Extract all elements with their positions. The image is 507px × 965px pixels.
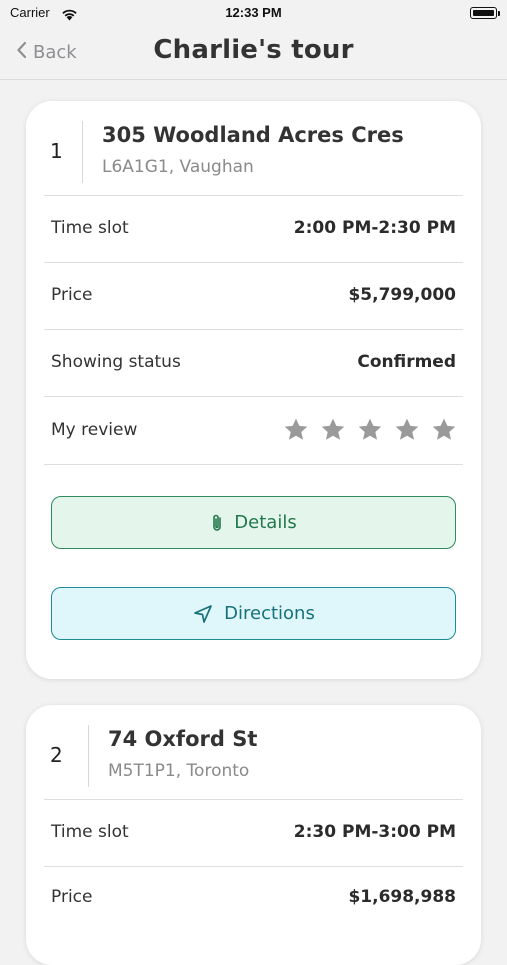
price-label: Price — [51, 285, 93, 305]
clock: 12:33 PM — [225, 5, 282, 20]
divider — [44, 464, 463, 465]
time-slot-value: 2:00 PM-2:30 PM — [293, 218, 456, 238]
stop-header: 1 305 Woodland Acres Cres L6A1G1, Vaugha… — [26, 101, 481, 197]
divider — [44, 866, 463, 867]
time-slot-value: 2:30 PM-3:00 PM — [293, 822, 456, 842]
price-label: Price — [51, 887, 93, 907]
paperclip-icon — [210, 513, 224, 533]
header-divider — [88, 725, 89, 787]
showing-status-value: Confirmed — [357, 352, 456, 372]
divider — [44, 799, 463, 800]
details-label: Details — [234, 512, 297, 533]
status-bar: Carrier 12:33 PM — [0, 0, 507, 28]
navigation-bar: Back Charlie's tour — [0, 28, 507, 80]
divider — [44, 329, 463, 330]
star-icon[interactable] — [431, 417, 457, 443]
divider — [44, 396, 463, 397]
details-button[interactable]: Details — [51, 496, 456, 549]
stop-header: 2 74 Oxford St M5T1P1, Toronto — [26, 705, 481, 801]
stop-address: 305 Woodland Acres Cres — [102, 123, 404, 147]
review-stars — [283, 417, 457, 443]
divider — [44, 262, 463, 263]
star-icon[interactable] — [394, 417, 420, 443]
star-icon[interactable] — [357, 417, 383, 443]
divider — [44, 195, 463, 196]
navigation-arrow-icon — [192, 603, 214, 625]
header-divider — [82, 121, 83, 183]
stop-postal-city: M5T1P1, Toronto — [108, 761, 250, 781]
stop-number: 2 — [50, 743, 63, 767]
stop-postal-city: L6A1G1, Vaughan — [102, 157, 254, 177]
directions-button[interactable]: Directions — [51, 587, 456, 640]
star-icon[interactable] — [283, 417, 309, 443]
price-value: $1,698,988 — [348, 887, 456, 907]
stop-card: 2 74 Oxford St M5T1P1, Toronto Time slot… — [26, 705, 481, 965]
stop-address: 74 Oxford St — [108, 727, 258, 751]
review-label: My review — [51, 420, 138, 440]
showing-status-label: Showing status — [51, 352, 181, 372]
directions-label: Directions — [224, 603, 315, 624]
time-slot-label: Time slot — [51, 218, 129, 238]
battery-icon — [470, 7, 500, 19]
star-icon[interactable] — [320, 417, 346, 443]
page-title: Charlie's tour — [153, 35, 354, 65]
time-slot-label: Time slot — [51, 822, 129, 842]
price-value: $5,799,000 — [348, 285, 456, 305]
stop-number: 1 — [50, 139, 63, 163]
stop-card: 1 305 Woodland Acres Cres L6A1G1, Vaugha… — [26, 101, 481, 679]
